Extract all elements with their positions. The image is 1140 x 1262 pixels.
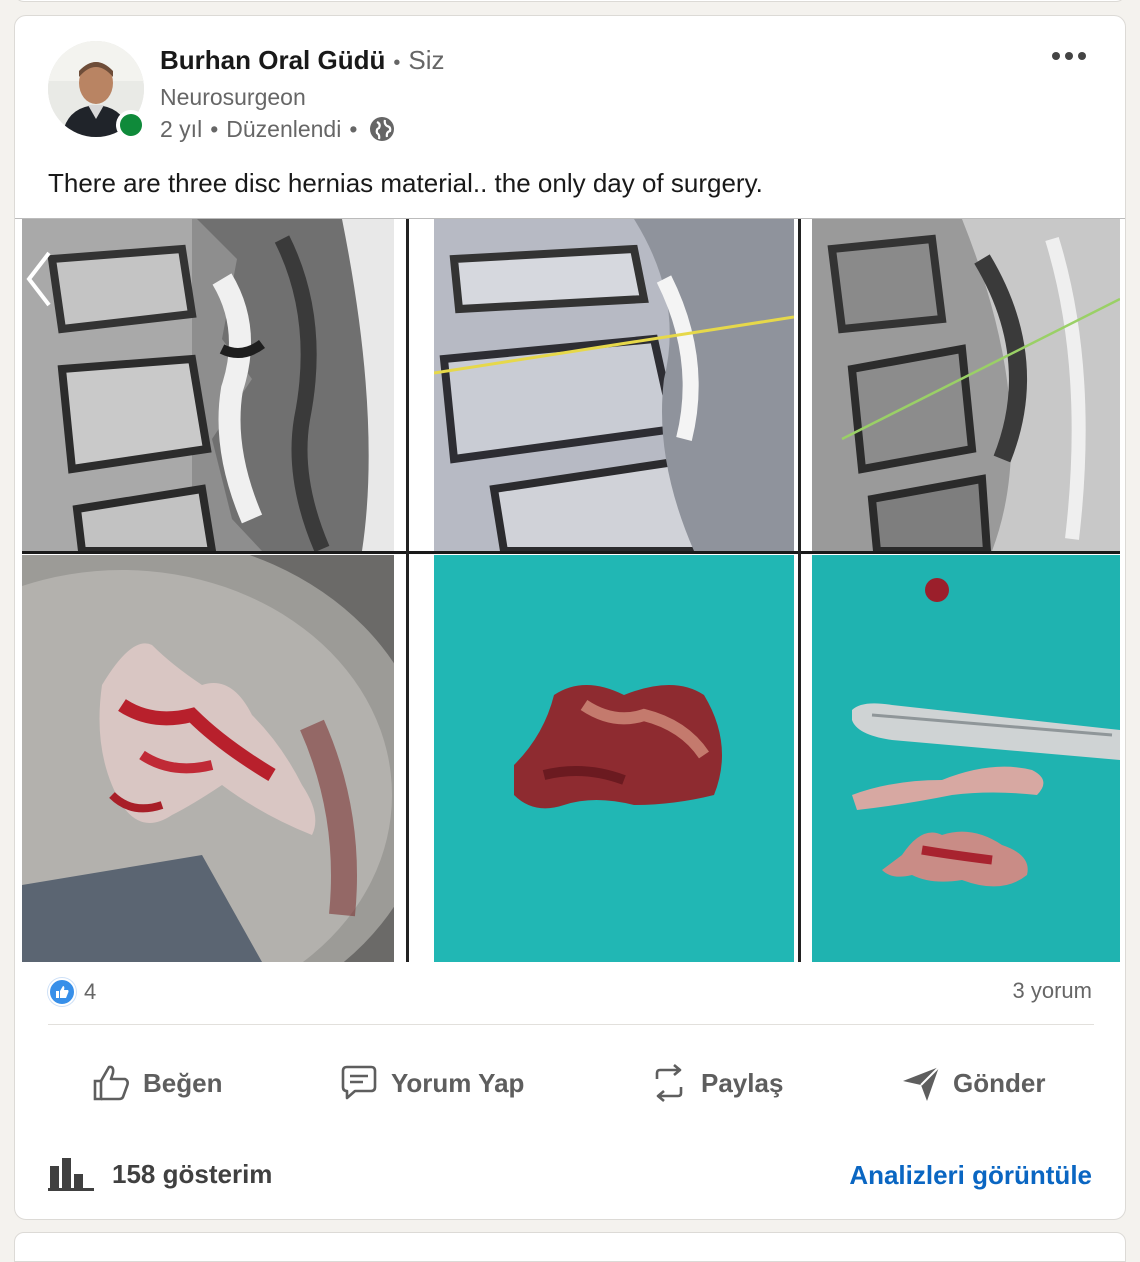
- ellipsis-icon: [1052, 52, 1060, 60]
- comment-button[interactable]: Yorum Yap: [337, 1046, 524, 1120]
- more-options-button[interactable]: [1039, 36, 1099, 76]
- mri-image-1: [22, 219, 394, 551]
- specimen-photo-1: [22, 555, 394, 962]
- like-button[interactable]: Beğen: [89, 1046, 222, 1120]
- action-bar: Beğen Yorum Yap Paylaş Gönder: [15, 1046, 1125, 1120]
- like-label: Beğen: [143, 1067, 223, 1098]
- globe-icon: [370, 117, 395, 141]
- mri-image-3: [812, 219, 1120, 551]
- post-text: There are three disc hernias material.. …: [48, 168, 763, 198]
- impressions-count: 158 gösterim: [112, 1158, 273, 1189]
- send-label: Gönder: [953, 1067, 1046, 1098]
- online-status-dot: [116, 110, 146, 140]
- post-age[interactable]: 2 yıl: [160, 114, 202, 144]
- divider: [48, 1024, 1094, 1025]
- specimen-photo-3: [812, 555, 1120, 962]
- previous-post-card-edge: [14, 0, 1126, 2]
- thumbs-up-icon: [93, 1065, 129, 1101]
- grid-divider: [22, 551, 1120, 554]
- send-icon: [903, 1066, 940, 1101]
- ellipsis-dot: [1065, 52, 1073, 60]
- repost-icon: [655, 1064, 683, 1102]
- impressions-stats[interactable]: 158 gösterim: [48, 1156, 272, 1192]
- specimen-photo-2: [434, 555, 794, 962]
- chevron-left-icon[interactable]: [23, 249, 53, 309]
- reactions-summary[interactable]: 4: [48, 978, 96, 1006]
- feed-post-card: Burhan Oral Güdü • Siz Neurosurgeon 2 yıl …: [14, 15, 1126, 1220]
- separator-dot: •: [210, 116, 219, 142]
- repost-label: Paylaş: [701, 1067, 784, 1098]
- send-button[interactable]: Gönder: [899, 1046, 1045, 1120]
- edited-label: Düzenlendi: [226, 116, 342, 142]
- grid-divider: [798, 219, 801, 962]
- mri-image-2: [434, 219, 794, 551]
- post-image[interactable]: [15, 218, 1125, 962]
- next-post-card-edge: [14, 1232, 1126, 1262]
- author-name[interactable]: Burhan Oral Güdü: [160, 45, 385, 75]
- separator-dot: •: [349, 116, 358, 142]
- author-headline: Neurosurgeon: [160, 84, 306, 110]
- separator-dot: •: [393, 52, 401, 74]
- ellipsis-dot: [1078, 52, 1086, 60]
- comments-count[interactable]: 3 yorum: [1013, 978, 1092, 1004]
- comment-icon: [341, 1065, 377, 1100]
- you-badge: Siz: [408, 45, 445, 75]
- view-analytics-link[interactable]: Analizleri görüntüle: [849, 1160, 1092, 1191]
- thumbs-up-icon: [48, 978, 76, 1006]
- comment-label: Yorum Yap: [391, 1067, 525, 1098]
- bar-chart-icon: [48, 1158, 94, 1191]
- reaction-count: 4: [84, 979, 97, 1004]
- repost-button[interactable]: Paylaş: [647, 1046, 783, 1120]
- grid-divider: [406, 219, 409, 962]
